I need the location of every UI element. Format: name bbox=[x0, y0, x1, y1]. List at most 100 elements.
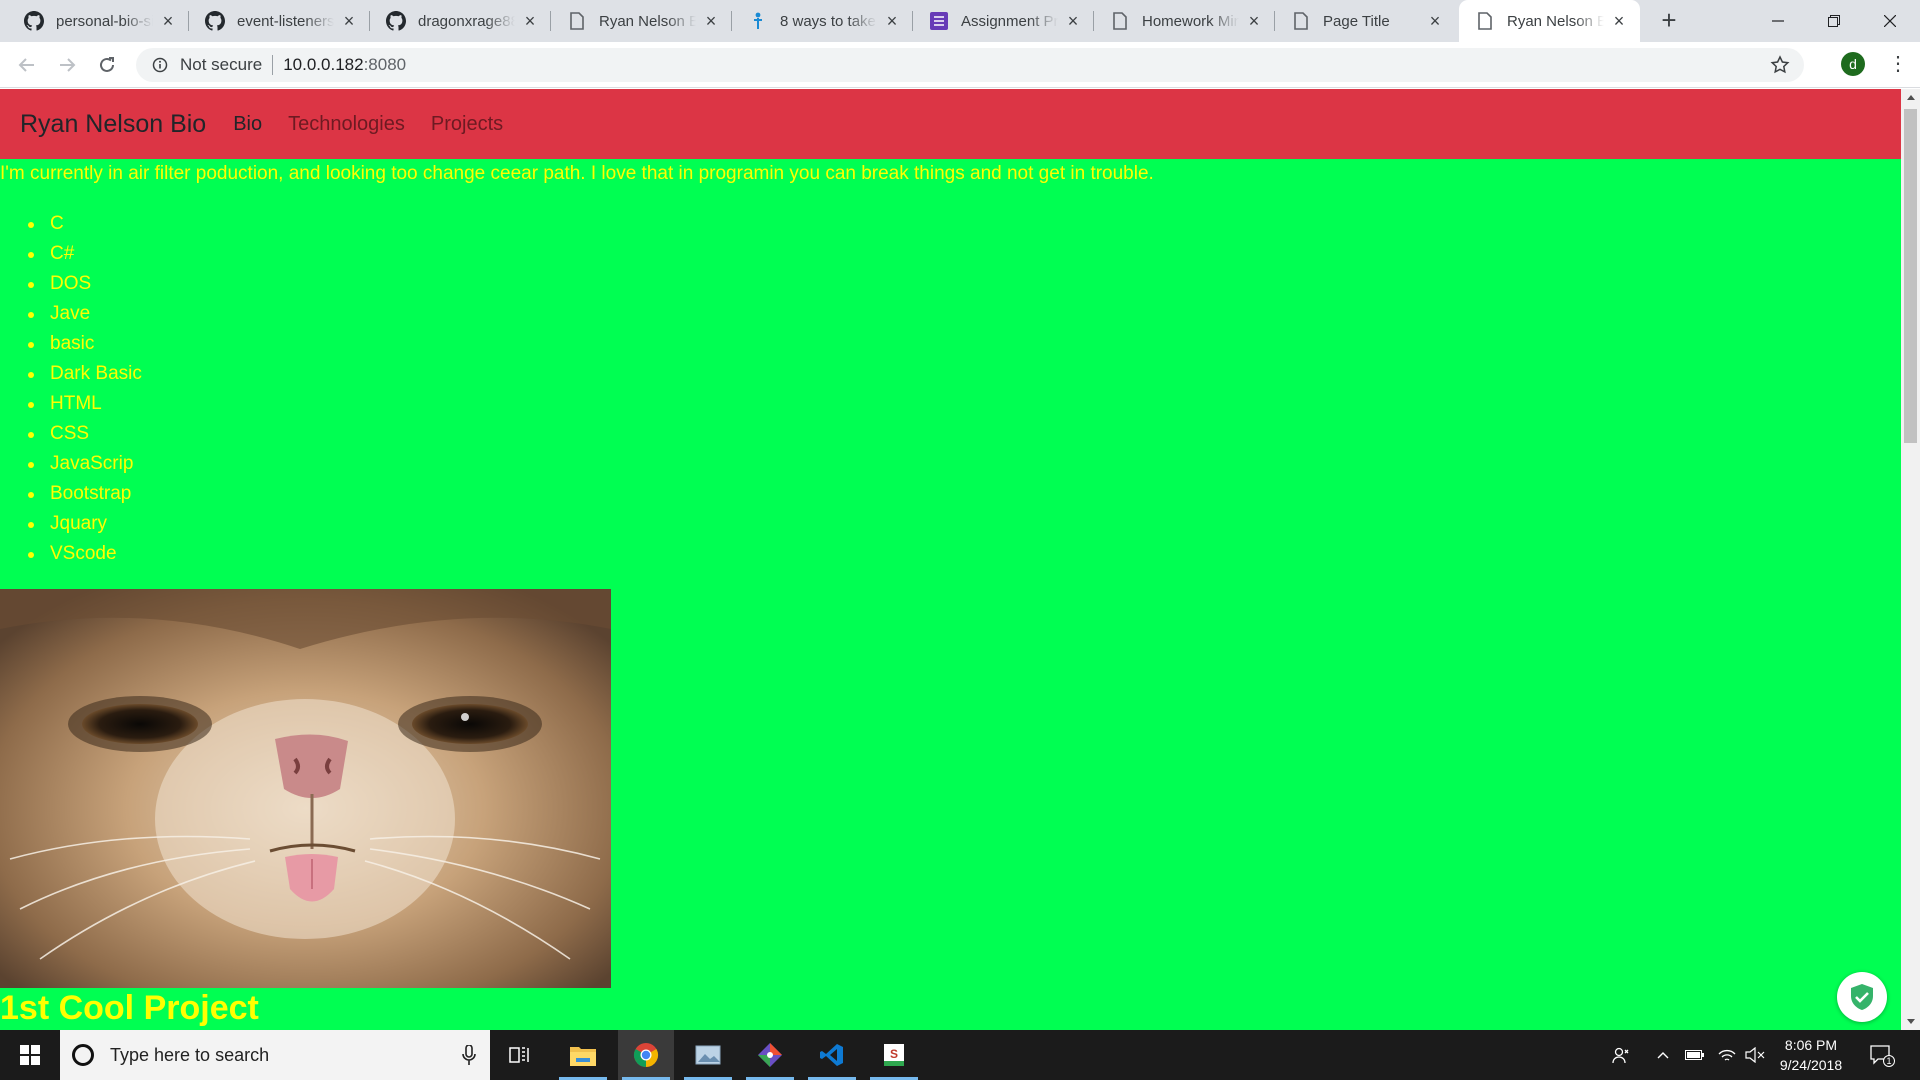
list-item: basic bbox=[0, 329, 142, 359]
slack-like-icon[interactable]: S bbox=[866, 1030, 922, 1080]
browser-toolbar: Not secure 10.0.0.182:8080 bbox=[0, 42, 1920, 88]
tab-close-icon[interactable]: × bbox=[702, 12, 720, 30]
list-item: JavaScrip bbox=[0, 449, 142, 479]
url-host: 10.0.0.182 bbox=[283, 55, 364, 74]
back-icon[interactable] bbox=[12, 50, 42, 80]
scrollbar-thumb[interactable] bbox=[1904, 109, 1917, 443]
tab-title: 8 ways to take bbox=[780, 12, 876, 30]
tab-title: Page Title bbox=[1323, 12, 1390, 30]
tab-title: dragonxrage88 bbox=[418, 12, 515, 30]
photos-icon[interactable] bbox=[680, 1030, 736, 1080]
tab-title: personal-bio-site bbox=[56, 12, 153, 30]
list-item: Bootstrap bbox=[0, 479, 142, 509]
nav-projects[interactable]: Projects bbox=[431, 113, 503, 136]
address-divider bbox=[272, 55, 274, 75]
url-port: :8080 bbox=[363, 55, 407, 74]
tab-close-icon[interactable]: × bbox=[1064, 12, 1082, 30]
wifi-icon[interactable] bbox=[1712, 1030, 1742, 1080]
tab-title: Assignment Pro bbox=[961, 12, 1058, 30]
page-viewport: Ryan Nelson Bio Bio Technologies Project… bbox=[0, 89, 1901, 1030]
profile-avatar[interactable]: d bbox=[1841, 52, 1865, 76]
notification-count: 1 bbox=[1886, 1056, 1891, 1066]
url-text: 10.0.0.182:8080 bbox=[283, 55, 406, 75]
browser-tab[interactable]: 8 ways to take × bbox=[732, 0, 913, 42]
microphone-icon[interactable] bbox=[462, 1044, 476, 1065]
page-scrollbar[interactable] bbox=[1901, 89, 1920, 1030]
browser-tab-active[interactable]: Ryan Nelson Bio × bbox=[1459, 0, 1640, 42]
tab-close-icon[interactable]: × bbox=[883, 12, 901, 30]
minimize-icon[interactable] bbox=[1750, 0, 1806, 42]
close-window-icon[interactable] bbox=[1862, 0, 1918, 42]
svg-text:S: S bbox=[890, 1047, 898, 1061]
clock-time: 8:06 PM bbox=[1784, 1037, 1838, 1053]
browser-tab[interactable]: Ryan Nelson Bio × bbox=[551, 0, 732, 42]
scroll-up-icon[interactable] bbox=[1901, 89, 1920, 106]
cat-face-illustration bbox=[0, 589, 611, 988]
shield-check-icon[interactable] bbox=[1837, 972, 1887, 1022]
scroll-down-icon[interactable] bbox=[1901, 1013, 1920, 1030]
new-tab-icon[interactable]: + bbox=[1654, 6, 1684, 36]
list-item: Dark Basic bbox=[0, 359, 142, 389]
bio-text: I'm currently in air filter poduction, a… bbox=[0, 163, 1154, 184]
github-icon bbox=[205, 11, 225, 31]
site-navbar: Ryan Nelson Bio Bio Technologies Project… bbox=[0, 89, 1901, 159]
project-heading: 1st Cool Project bbox=[0, 989, 259, 1027]
page-icon bbox=[1110, 11, 1130, 31]
task-view-icon[interactable] bbox=[492, 1030, 548, 1080]
github-icon bbox=[24, 11, 44, 31]
browser-tab[interactable]: personal-bio-site × bbox=[8, 0, 189, 42]
list-item: DOS bbox=[0, 269, 142, 299]
browser-tab[interactable]: dragonxrage88 × bbox=[370, 0, 551, 42]
reload-icon[interactable] bbox=[92, 50, 122, 80]
tab-title: Ryan Nelson Bio bbox=[599, 12, 696, 30]
windows-taskbar: Type here to search S 8:06 PM 9/24/2018 … bbox=[0, 1030, 1920, 1080]
tab-close-icon[interactable]: × bbox=[340, 12, 358, 30]
tab-close-icon[interactable]: × bbox=[159, 12, 177, 30]
battery-icon[interactable] bbox=[1680, 1030, 1710, 1080]
info-icon[interactable] bbox=[150, 55, 170, 75]
restore-icon[interactable] bbox=[1806, 0, 1862, 42]
git-icon[interactable] bbox=[742, 1030, 798, 1080]
github-icon bbox=[386, 11, 406, 31]
chevron-up-icon[interactable] bbox=[1648, 1030, 1678, 1080]
list-item: HTML bbox=[0, 389, 142, 419]
pin-icon bbox=[748, 11, 768, 31]
people-icon[interactable] bbox=[1604, 1030, 1636, 1080]
file-explorer-icon[interactable] bbox=[555, 1030, 611, 1080]
list-item: Jquary bbox=[0, 509, 142, 539]
form-icon bbox=[929, 11, 949, 31]
tab-close-icon[interactable]: × bbox=[521, 12, 539, 30]
tab-close-icon[interactable]: × bbox=[1426, 12, 1444, 30]
list-item: Jave bbox=[0, 299, 142, 329]
page-icon bbox=[1291, 11, 1311, 31]
windows-start-icon[interactable] bbox=[0, 1030, 60, 1080]
cortana-icon bbox=[72, 1044, 94, 1066]
tab-title: Homework Mini bbox=[1142, 12, 1239, 30]
page-icon bbox=[1475, 11, 1495, 31]
browser-tab[interactable]: event-listeners/ × bbox=[189, 0, 370, 42]
site-brand[interactable]: Ryan Nelson Bio bbox=[20, 110, 206, 139]
clock[interactable]: 8:06 PM 9/24/2018 bbox=[1766, 1035, 1856, 1075]
list-item: C bbox=[0, 209, 142, 239]
address-bar[interactable]: Not secure 10.0.0.182:8080 bbox=[136, 48, 1804, 82]
security-label: Not secure bbox=[180, 55, 263, 74]
cat-photo bbox=[0, 589, 611, 988]
vscode-icon[interactable] bbox=[804, 1030, 860, 1080]
technologies-list: C C# DOS Jave basic Dark Basic HTML CSS … bbox=[0, 209, 142, 569]
forward-icon[interactable] bbox=[52, 50, 82, 80]
nav-technologies[interactable]: Technologies bbox=[288, 113, 405, 136]
tab-close-icon[interactable]: × bbox=[1610, 12, 1628, 30]
browser-menu-icon[interactable]: ⋮ bbox=[1888, 52, 1908, 76]
browser-tab[interactable]: Assignment Pro × bbox=[913, 0, 1094, 42]
browser-tab[interactable]: Page Title × bbox=[1275, 0, 1456, 42]
taskbar-search[interactable]: Type here to search bbox=[60, 1030, 490, 1080]
chrome-icon[interactable] bbox=[618, 1030, 674, 1080]
page-icon bbox=[567, 11, 587, 31]
notification-center-icon[interactable]: 1 bbox=[1862, 1030, 1902, 1080]
tab-title: Ryan Nelson Bio bbox=[1507, 12, 1604, 30]
nav-bio[interactable]: Bio bbox=[233, 113, 262, 136]
bookmark-star-icon[interactable] bbox=[1770, 55, 1790, 75]
tab-close-icon[interactable]: × bbox=[1245, 12, 1263, 30]
tab-strip: personal-bio-site × event-listeners/ × d… bbox=[0, 0, 1920, 42]
browser-tab[interactable]: Homework Mini × bbox=[1094, 0, 1275, 42]
